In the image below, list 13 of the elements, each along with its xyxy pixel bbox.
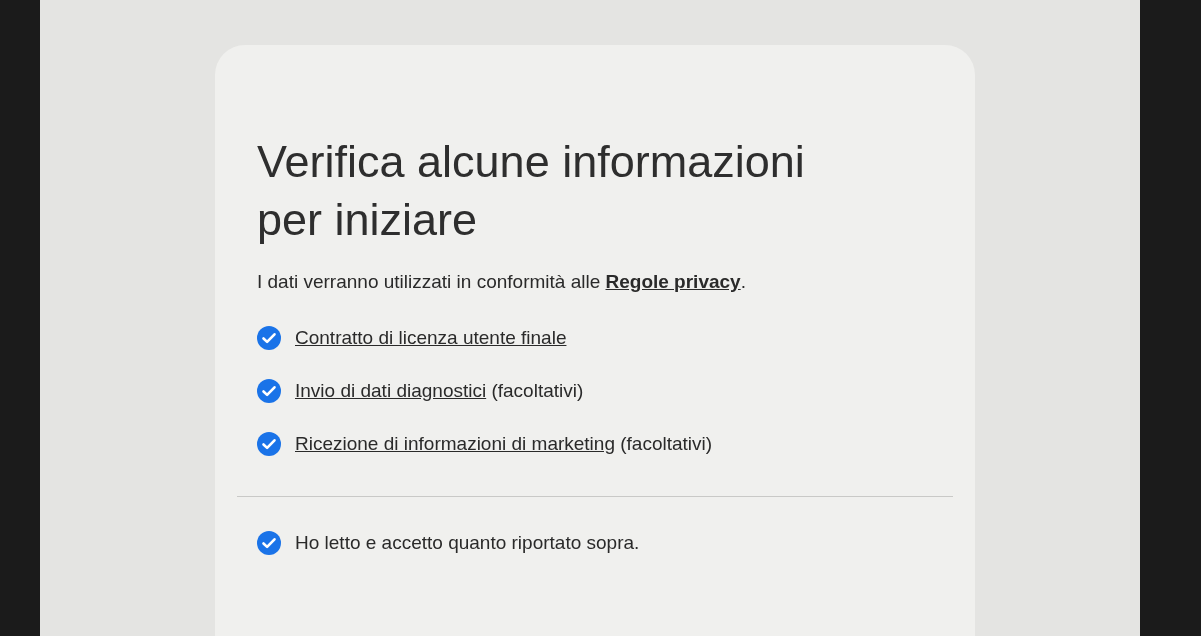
link[interactable]: Ricezione di informazioni di marketing [295,433,615,454]
consent-item-text: Invio di dati diagnostici (facoltativi) [295,380,584,402]
accept-label: Ho letto e accetto quanto riportato sopra. [295,532,640,554]
intro-text: I dati verranno utilizzati in conformità alle Regole privacy. [257,271,747,293]
link[interactable]: Invio di dati diagnostici [295,380,487,401]
privacy-link[interactable]: Regole privacy [605,271,741,292]
link[interactable]: Contratto di licenza utente finale [295,327,567,349]
check-circle-icon[interactable] [257,432,281,456]
check-circle-icon[interactable] [257,531,281,555]
consent-item-text: Ricezione di informazioni di marketing (facoltativi) [295,433,713,455]
page-title: Verifica alcune informazioni per iniziare [257,135,806,247]
check-circle-icon[interactable] [257,379,281,403]
check-circle-icon[interactable] [257,326,281,350]
